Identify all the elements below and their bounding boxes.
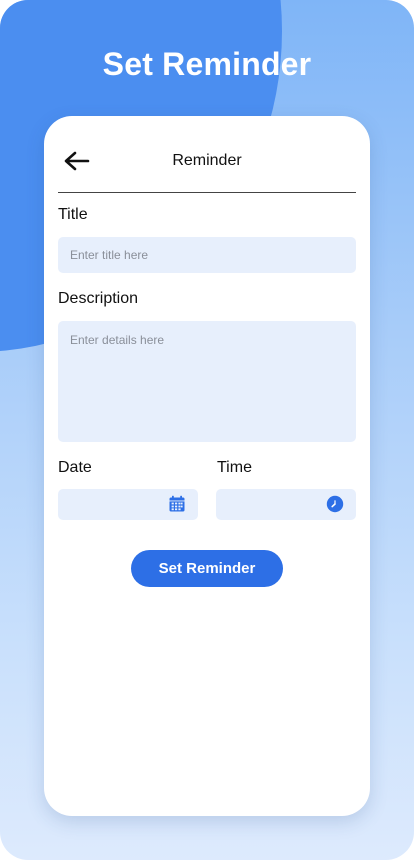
- description-label: Description: [58, 290, 139, 307]
- set-reminder-button[interactable]: Set Reminder: [131, 550, 283, 587]
- title-label: Title: [58, 206, 88, 223]
- page-heading: Set Reminder: [102, 46, 312, 82]
- date-label: Date: [58, 459, 92, 476]
- description-input[interactable]: [58, 321, 356, 442]
- reminder-card: Reminder Title Description Date: [44, 116, 370, 816]
- screen: Set Reminder Reminder Title Description …: [0, 0, 414, 860]
- card-header: Reminder: [58, 116, 356, 193]
- calendar-icon: [169, 495, 185, 512]
- time-field[interactable]: [216, 489, 356, 520]
- title-input[interactable]: [58, 237, 356, 273]
- clock-icon: [326, 495, 344, 513]
- date-field[interactable]: [58, 489, 198, 520]
- card-title: Reminder: [172, 152, 242, 169]
- time-label: Time: [217, 459, 252, 476]
